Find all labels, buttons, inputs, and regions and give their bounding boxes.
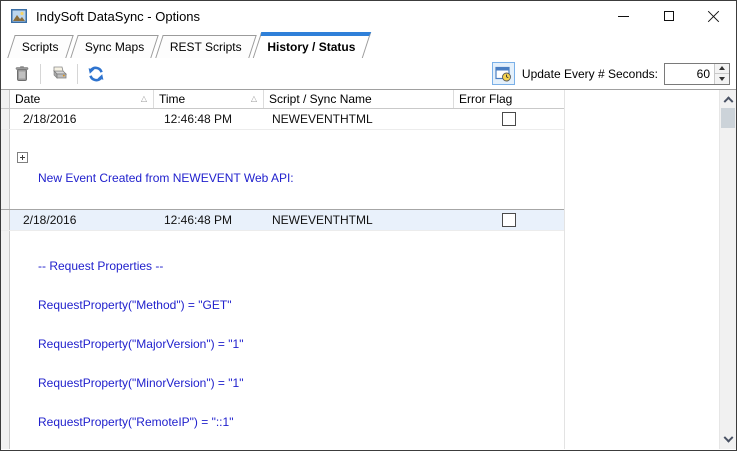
scroll-up-button[interactable]	[720, 90, 736, 107]
column-header-error-flag[interactable]: Error Flag	[454, 90, 564, 108]
error-flag-checkbox[interactable]	[502, 112, 516, 126]
detail-line: RequestProperty("MinorVersion") = "1"	[38, 377, 564, 390]
tab-rest-scripts[interactable]: REST Scripts	[155, 35, 256, 58]
tab-bar: Scripts Sync Maps REST Scripts History /…	[1, 31, 736, 58]
grid-right-border	[564, 90, 565, 449]
close-button[interactable]	[691, 1, 736, 31]
titlebar: IndySoft DataSync - Options	[1, 1, 736, 31]
chevron-up-icon	[723, 96, 733, 106]
spinner-down-icon	[719, 77, 725, 81]
scrollbar-thumb[interactable]	[721, 108, 735, 128]
tab-history-status[interactable]: History / Status	[253, 32, 371, 58]
row-indicator	[1, 231, 10, 449]
detail-line: New Event Created from NEWEVENT Web API:	[38, 172, 564, 185]
refresh-button[interactable]	[83, 62, 109, 86]
cell-time: 12:46:48 PM	[154, 109, 264, 129]
sort-ascending-icon: △	[251, 95, 257, 103]
update-interval-label: Update Every # Seconds:	[522, 67, 658, 81]
cell-error-flag	[454, 109, 564, 129]
sort-ascending-icon: △	[141, 95, 147, 103]
chevron-down-icon	[723, 433, 733, 443]
detail-line: RequestProperty("RemoteIP") = "::1"	[38, 416, 564, 429]
maximize-icon	[664, 11, 674, 21]
auto-update-toggle-button[interactable]	[492, 62, 515, 85]
tab-sync-maps[interactable]: Sync Maps	[70, 35, 159, 58]
tab-scripts[interactable]: Scripts	[7, 35, 73, 58]
refresh-icon	[87, 65, 105, 83]
toolbar: Update Every # Seconds:	[1, 58, 736, 89]
row-details: New Event Created from NEWEVENT Web API:…	[1, 130, 564, 209]
column-header-date[interactable]: Date △	[10, 90, 154, 108]
detail-line: -- Request Properties --	[38, 260, 564, 273]
detail-line: RequestProperty("Method") = "GET"	[38, 299, 564, 312]
cell-date: 2/18/2016	[10, 210, 154, 230]
column-header-script-sync-name[interactable]: Script / Sync Name	[264, 90, 454, 108]
toolbar-separator	[40, 64, 41, 84]
print-icon	[50, 65, 69, 82]
table-row[interactable]: 2/18/2016 12:46:48 PM NEWEVENTHTML	[1, 109, 564, 130]
app-icon	[10, 8, 28, 24]
update-interval-input[interactable]	[665, 64, 714, 84]
print-button[interactable]	[46, 62, 72, 86]
scroll-down-button[interactable]	[720, 432, 736, 449]
column-header-time[interactable]: Time △	[154, 90, 264, 108]
delete-icon	[14, 65, 30, 82]
close-icon	[708, 10, 720, 22]
vertical-scrollbar[interactable]	[719, 90, 736, 449]
cell-script-sync-name: NEWEVENTHTML	[264, 210, 454, 230]
table-row[interactable]: 2/18/2016 12:46:48 PM NEWEVENTHTML	[1, 209, 564, 231]
row-indicator	[1, 109, 10, 129]
window-title: IndySoft DataSync - Options	[36, 9, 200, 24]
maximize-button[interactable]	[646, 1, 691, 31]
row-indicator	[1, 130, 10, 209]
cell-script-sync-name: NEWEVENTHTML	[264, 109, 454, 129]
cell-date: 2/18/2016	[10, 109, 154, 129]
update-interval-spinner	[664, 63, 730, 85]
cell-error-flag	[454, 210, 564, 230]
row-indicator	[1, 210, 10, 230]
app-window: IndySoft DataSync - Options Scripts Sync…	[0, 0, 737, 451]
spinner-down-button[interactable]	[715, 74, 729, 84]
expand-plus-icon[interactable]	[17, 152, 28, 163]
grid-header: Date △ Time △ Script / Sync Name Error F…	[1, 90, 564, 109]
delete-button[interactable]	[9, 62, 35, 86]
spinner-up-button[interactable]	[715, 64, 729, 75]
auto-update-toggle-icon	[495, 66, 512, 82]
minimize-button[interactable]	[601, 1, 646, 31]
history-grid: Date △ Time △ Script / Sync Name Error F…	[1, 89, 736, 449]
cell-time: 12:46:48 PM	[154, 210, 264, 230]
detail-line: RequestProperty("MajorVersion") = "1"	[38, 338, 564, 351]
spinner-up-icon	[719, 66, 725, 70]
row-details: -- Request Properties -- RequestProperty…	[1, 231, 564, 449]
minimize-icon	[618, 16, 629, 17]
toolbar-separator	[77, 64, 78, 84]
error-flag-checkbox[interactable]	[502, 213, 516, 227]
row-indicator-header	[1, 90, 10, 108]
